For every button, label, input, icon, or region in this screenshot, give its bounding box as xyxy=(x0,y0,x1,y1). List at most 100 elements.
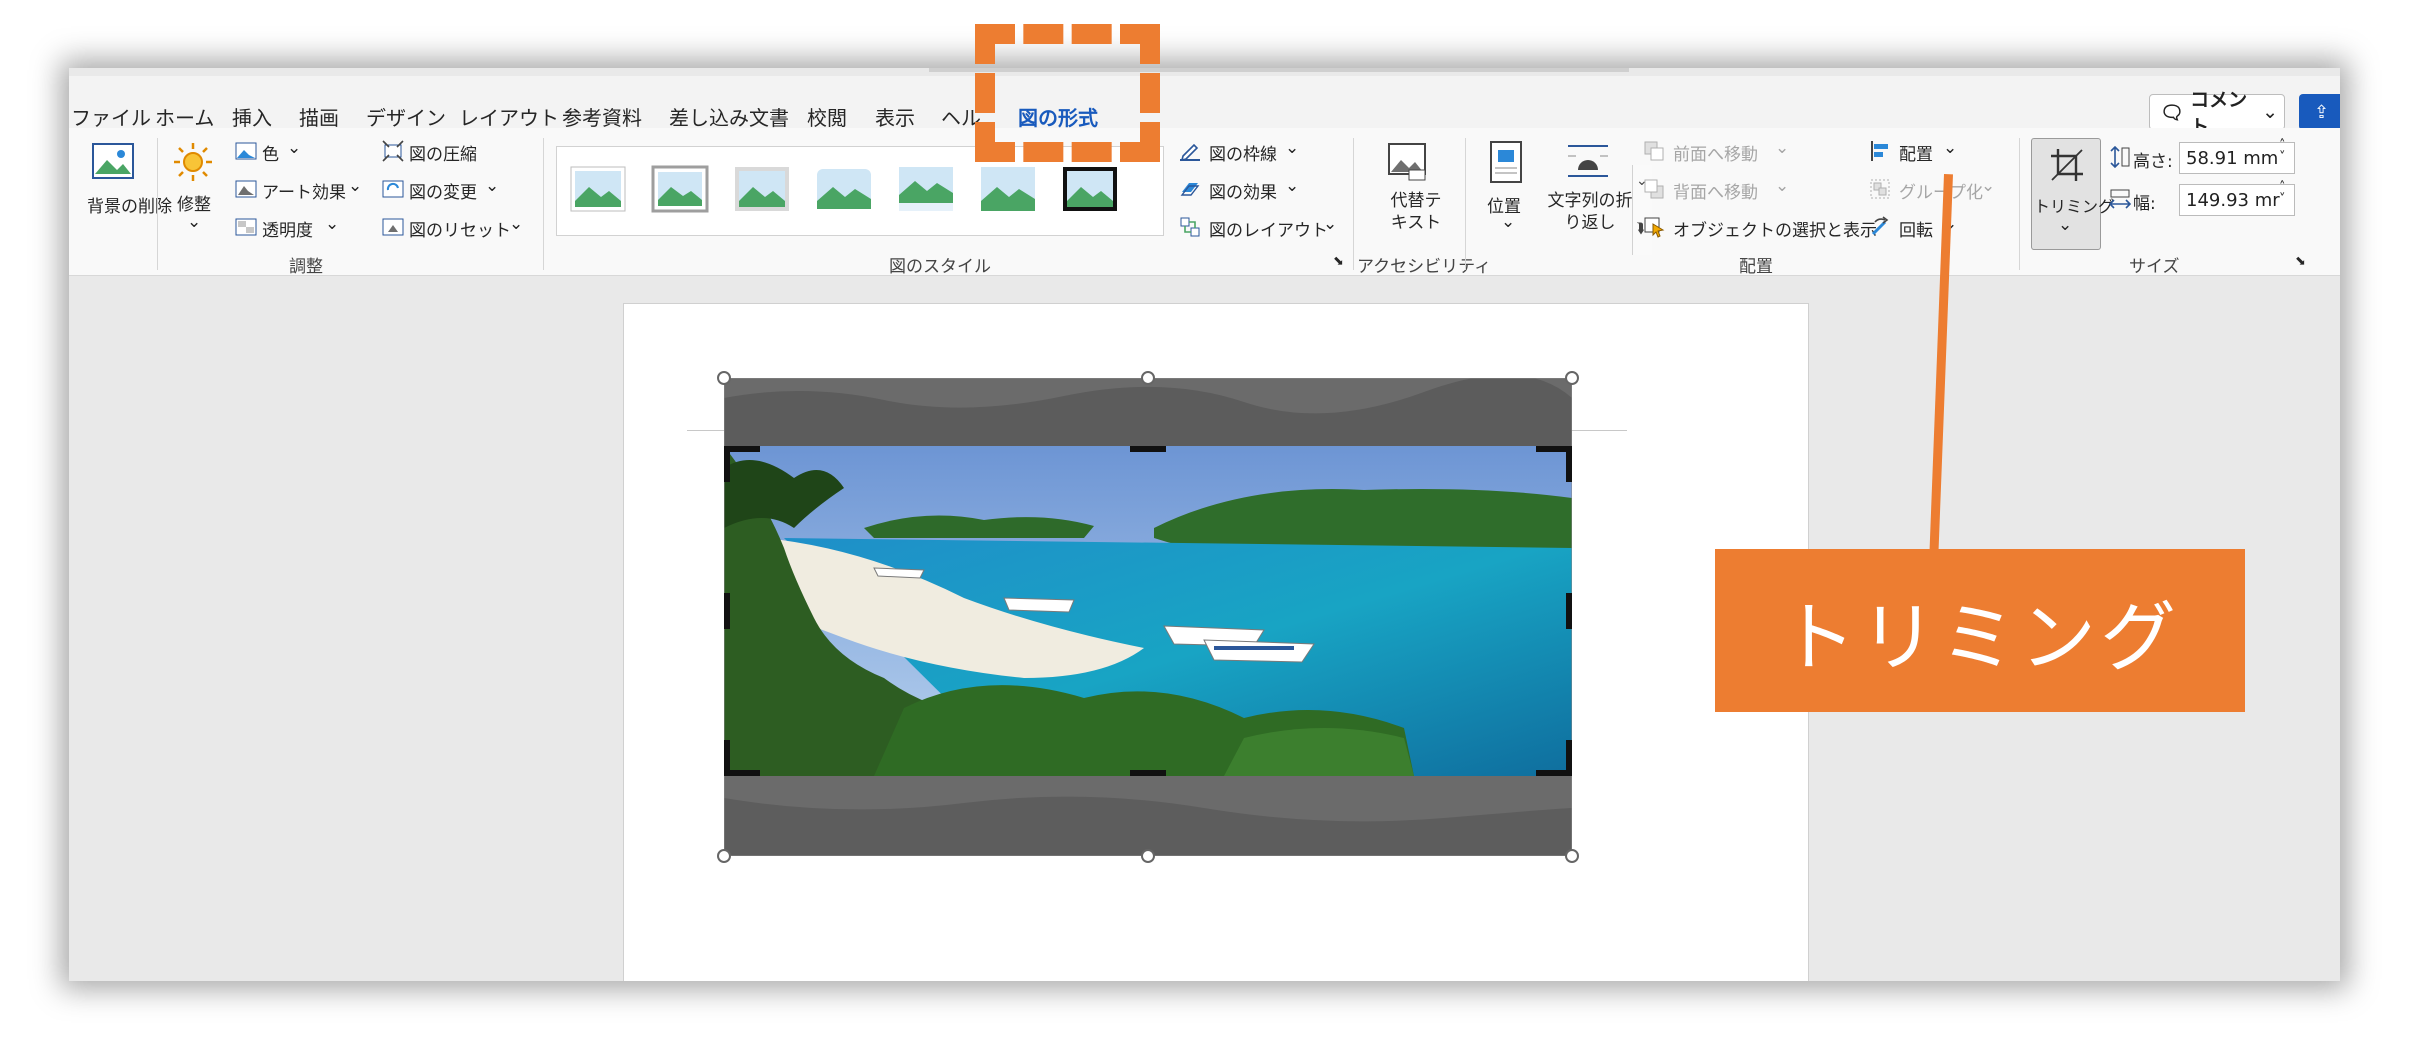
chevron-down-icon: ⌄ xyxy=(1285,138,1300,158)
chevron-down-icon: ⌄ xyxy=(2262,101,2278,123)
picture-style-thumbnail[interactable] xyxy=(1061,165,1119,213)
bring-forward-label: 前面へ移動 xyxy=(1673,145,1758,165)
resize-handle[interactable] xyxy=(1565,849,1579,863)
picture-border-label: 図の枠線 xyxy=(1209,145,1277,165)
spin-arrows-icon[interactable]: ˄ ˅ xyxy=(2279,139,2286,164)
dialog-launcher-icon[interactable]: ⬊ xyxy=(2295,254,2306,269)
resize-handle[interactable] xyxy=(717,849,731,863)
change-picture-label: 図の変更 xyxy=(409,183,477,203)
tab-view[interactable]: 表示 xyxy=(875,102,915,131)
resize-handle[interactable] xyxy=(1141,371,1155,385)
group-icon xyxy=(1870,179,1890,199)
picture-layout-label: 図のレイアウト xyxy=(1209,221,1328,241)
send-backward-icon xyxy=(1644,179,1664,199)
sun-icon xyxy=(174,143,212,181)
share-button[interactable]: ⇪ xyxy=(2299,94,2340,130)
width-field[interactable]: 149.93 mr xyxy=(2179,184,2295,216)
compress-icon xyxy=(382,140,404,162)
height-field[interactable]: 58.91 mm xyxy=(2179,142,2295,174)
chevron-down-icon: ⌄ xyxy=(1943,138,1958,158)
wrap-text-label: 文字列の折り返し xyxy=(1547,191,1633,233)
accessibility-group-label: アクセシビリティ xyxy=(1357,257,1492,277)
callout-box: トリミング xyxy=(1715,549,2245,712)
share-icon: ⇪ xyxy=(2313,101,2330,123)
chevron-down-icon: ⌄ xyxy=(1285,176,1300,196)
tab-references[interactable]: 参考資料 xyxy=(562,102,642,131)
chevron-down-icon: ⌄ xyxy=(1981,176,1996,196)
tab-mailings[interactable]: 差し込み文書 xyxy=(669,102,789,131)
picture-color-icon xyxy=(235,142,257,160)
shape-height-icon xyxy=(2110,146,2130,168)
chevron-down-icon: ⌄ xyxy=(1775,176,1790,196)
separator xyxy=(1465,138,1466,270)
adjust-group-label: 調整 xyxy=(289,257,323,277)
picture-style-thumbnail[interactable] xyxy=(815,165,873,213)
remove-background-label: 背景の削除 xyxy=(87,197,172,217)
chevron-down-icon: ⌄ xyxy=(325,214,340,234)
pen-icon xyxy=(1180,143,1200,162)
rotate-label: 回転 xyxy=(1899,221,1933,241)
ribbon: 背景の削除 修整 ⌄ 色 ⌄ アート効果 ⌄ 透明度 ⌄ 図の圧縮 図の変更 ⌄… xyxy=(69,128,2340,277)
bring-forward-icon xyxy=(1644,141,1664,161)
chevron-down-icon: ⌄ xyxy=(287,138,302,158)
effects-icon xyxy=(1180,183,1200,196)
picture-crop-area[interactable] xyxy=(717,371,1579,863)
tab-home[interactable]: ホーム xyxy=(155,102,214,131)
chevron-down-icon: ⌄ xyxy=(2058,215,2073,235)
separator xyxy=(157,138,158,270)
separator xyxy=(2019,138,2020,270)
tab-design[interactable]: デザイン xyxy=(366,102,446,131)
dialog-launcher-icon[interactable]: ⬊ xyxy=(1333,254,1344,269)
picture-style-thumbnail[interactable] xyxy=(979,165,1037,213)
group-label: グループ化 xyxy=(1899,183,1983,203)
align-label: 配置 xyxy=(1899,145,1933,165)
color-label: 色 xyxy=(262,145,279,165)
callout-text: トリミング xyxy=(1780,592,2180,682)
comment-button[interactable]: 🗨 コメント ⌄ xyxy=(2149,89,2285,138)
chevron-down-icon: ⌄ xyxy=(348,176,363,196)
resize-handle[interactable] xyxy=(717,371,731,385)
transparency-label: 透明度 xyxy=(262,221,313,241)
separator xyxy=(1353,138,1354,270)
alt-text-label: 代替テキスト xyxy=(1390,191,1442,233)
picture-styles-group-label: 図のスタイル xyxy=(889,257,991,277)
picture-style-thumbnail[interactable] xyxy=(733,165,791,213)
transparency-icon xyxy=(235,218,257,236)
picture-style-thumbnail[interactable] xyxy=(897,165,955,213)
chevron-down-icon: ⌄ xyxy=(187,212,202,232)
shape-width-icon xyxy=(2109,189,2131,209)
rotate-icon xyxy=(1871,216,1889,236)
arrange-group-label: 配置 xyxy=(1739,257,1773,277)
selection-pane-label: オブジェクトの選択と表示 xyxy=(1673,221,1877,241)
resize-handle[interactable] xyxy=(1565,371,1579,385)
tab-layout[interactable]: レイアウト xyxy=(459,102,559,131)
change-picture-icon xyxy=(382,180,404,198)
spin-arrows-icon[interactable]: ˄ ˅ xyxy=(2279,181,2286,206)
tab-review[interactable]: 校閲 xyxy=(807,102,847,131)
tab-draw[interactable]: 描画 xyxy=(299,102,339,131)
separator xyxy=(543,138,544,270)
crop-icon xyxy=(2051,149,2083,181)
tab-insert[interactable]: 挿入 xyxy=(232,102,272,131)
artistic-effects-label: アート効果 xyxy=(262,183,346,203)
align-icon xyxy=(1871,141,1888,161)
picture-style-thumbnail[interactable] xyxy=(651,165,709,213)
wrap-text-icon xyxy=(1568,145,1608,177)
size-group-label: サイズ xyxy=(2129,257,2180,277)
reset-picture-label: 図のリセット xyxy=(409,221,511,241)
selection-pane-icon xyxy=(1644,217,1665,238)
width-value: 149.93 mr xyxy=(2186,190,2280,211)
resize-handle[interactable] xyxy=(1141,849,1155,863)
beach-photo[interactable] xyxy=(723,374,1573,857)
chevron-down-icon: ⌄ xyxy=(1775,138,1790,158)
picture-style-thumbnail[interactable] xyxy=(569,165,627,213)
compress-label: 図の圧縮 xyxy=(409,145,477,165)
reset-picture-icon xyxy=(382,218,404,236)
crop-button[interactable]: トリミング ⌄ xyxy=(2031,138,2114,250)
chevron-down-icon: ⌄ xyxy=(485,176,500,196)
send-backward-label: 背面へ移動 xyxy=(1673,183,1758,203)
crop-label: トリミング xyxy=(2034,197,2115,216)
position-icon xyxy=(1490,141,1522,183)
chevron-down-icon: ⌄ xyxy=(509,214,524,234)
tab-file[interactable]: ファイル xyxy=(71,102,151,131)
